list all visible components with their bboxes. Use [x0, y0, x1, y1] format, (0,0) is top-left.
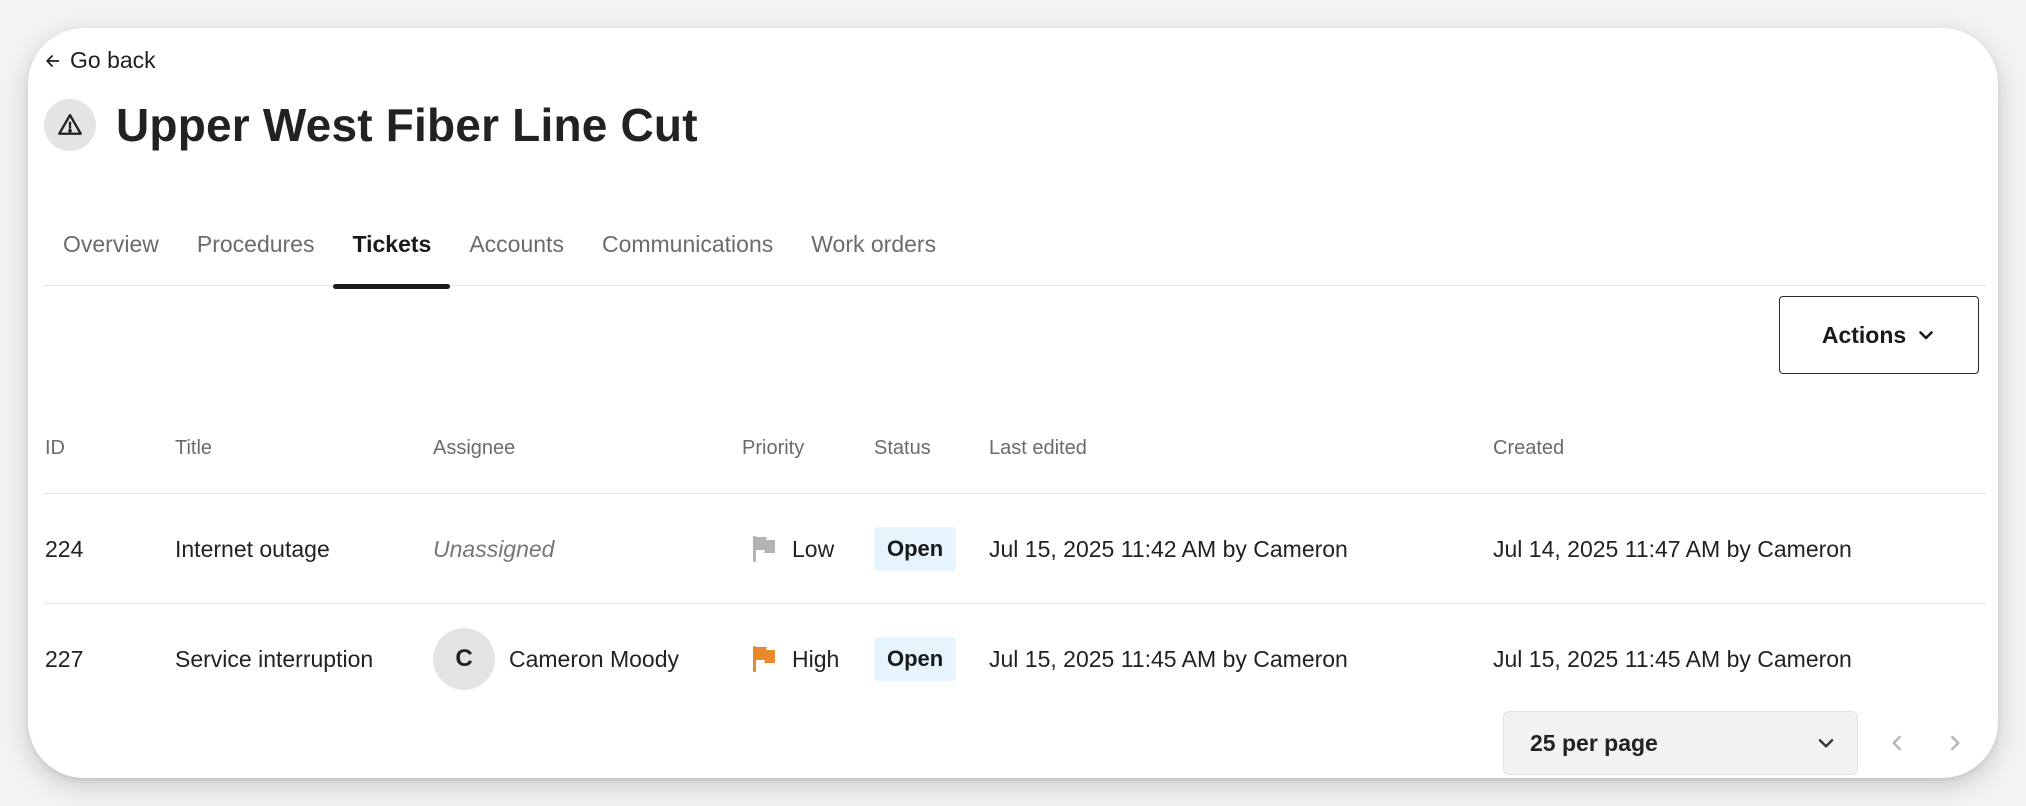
created: Jul 14, 2025 11:47 AM by Cameron — [1493, 535, 1852, 562]
flag-icon — [753, 646, 775, 672]
chevron-down-icon — [1818, 739, 1834, 748]
column-header-status[interactable]: Status — [874, 424, 931, 472]
alert-triangle-icon — [44, 99, 96, 151]
tickets-table: ID Title Assignee Priority Status Last e… — [44, 424, 1986, 714]
chevron-right-icon — [1951, 735, 1960, 751]
go-back-label: Go back — [70, 47, 156, 73]
page-header: Upper West Fiber Line Cut — [44, 98, 698, 152]
last-edited: Jul 15, 2025 11:45 AM by Cameron — [989, 645, 1348, 672]
chevron-left-icon — [1892, 735, 1901, 751]
flag-icon — [753, 536, 775, 562]
assignee-cell[interactable]: C Cameron Moody — [433, 604, 679, 714]
assignee-cell[interactable]: Unassigned — [433, 494, 554, 604]
go-back-link[interactable]: Go back — [44, 47, 156, 74]
tab-work-orders[interactable]: Work orders — [792, 198, 955, 286]
per-page-select[interactable]: 25 per page — [1503, 711, 1858, 775]
actions-button[interactable]: Actions — [1779, 296, 1979, 374]
arrow-left-icon — [46, 54, 60, 67]
ticket-id: 227 — [45, 645, 84, 672]
table-row[interactable]: 227 Service interruption C Cameron Moody… — [44, 604, 1986, 714]
column-header-title[interactable]: Title — [175, 424, 212, 472]
status-badge: Open — [874, 527, 957, 571]
table-header: ID Title Assignee Priority Status Last e… — [44, 424, 1986, 494]
last-edited: Jul 15, 2025 11:42 AM by Cameron — [989, 535, 1348, 562]
actions-label: Actions — [1821, 321, 1907, 348]
next-page-button[interactable] — [1940, 728, 1970, 758]
avatar: C — [433, 628, 495, 690]
status-badge: Open — [874, 637, 957, 681]
tab-bar: Overview Procedures Tickets Accounts Com… — [44, 198, 1986, 289]
chevron-down-icon — [1919, 331, 1933, 340]
column-header-priority[interactable]: Priority — [742, 424, 804, 472]
tab-tickets[interactable]: Tickets — [333, 198, 451, 289]
status-cell: Open — [874, 604, 957, 714]
priority-label: Low — [792, 535, 835, 562]
previous-page-button[interactable] — [1882, 728, 1912, 758]
page-title: Upper West Fiber Line Cut — [116, 99, 698, 151]
assignee-name: Cameron Moody — [509, 645, 680, 672]
per-page-label: 25 per page — [1530, 729, 1658, 756]
priority-cell: High — [742, 604, 839, 714]
table-row[interactable]: 224 Internet outage Unassigned Low Open … — [44, 494, 1986, 604]
assignee-name: Unassigned — [433, 535, 555, 562]
ticket-title[interactable]: Service interruption — [175, 604, 373, 714]
created: Jul 15, 2025 11:45 AM by Cameron — [1493, 645, 1852, 672]
column-header-created[interactable]: Created — [1493, 424, 1564, 472]
status-cell: Open — [874, 494, 957, 604]
column-header-assignee[interactable]: Assignee — [433, 424, 515, 472]
tab-accounts[interactable]: Accounts — [450, 198, 583, 286]
column-header-last-edited[interactable]: Last edited — [989, 424, 1087, 472]
ticket-title[interactable]: Internet outage — [175, 494, 330, 604]
column-header-id[interactable]: ID — [45, 424, 65, 472]
ticket-panel: Go back Upper West Fiber Line Cut Overvi… — [28, 28, 1998, 778]
tab-communications[interactable]: Communications — [583, 198, 792, 286]
ticket-id: 224 — [45, 535, 84, 562]
priority-label: High — [792, 645, 840, 672]
priority-cell: Low — [742, 494, 834, 604]
tab-procedures[interactable]: Procedures — [178, 198, 334, 286]
tab-overview[interactable]: Overview — [44, 198, 178, 286]
